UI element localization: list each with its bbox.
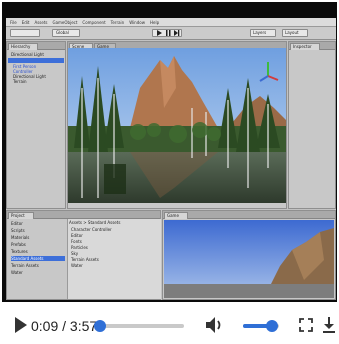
- forest-lake-scene: [68, 48, 286, 203]
- project-folder: Water: [11, 270, 23, 275]
- global-label: Global: [56, 30, 69, 35]
- hierarchy-panel: Hierarchy Directional Light First Person…: [6, 41, 66, 209]
- project-breadcrumb: Assets > Standard Assets: [69, 220, 121, 225]
- volume-icon[interactable]: [204, 315, 224, 335]
- fullscreen-icon[interactable]: [299, 318, 313, 332]
- editor-toolbar: Global Layers Layout: [6, 27, 336, 40]
- hierarchy-tab: Hierarchy: [8, 43, 38, 50]
- unity-editor-screenshot: File Edit Assets GameObject Component Terrain…: [6, 18, 336, 300]
- editor-menubar: File Edit Assets GameObject Component Terrain…: [6, 18, 336, 27]
- scene-viewport: [68, 48, 286, 203]
- layout-label: Layout: [285, 30, 299, 35]
- project-file: Character Controller: [71, 227, 112, 232]
- project-file: Water: [71, 263, 83, 268]
- project-panel: Project Assets > Standard Assets Editor S…: [6, 210, 161, 300]
- game-preview-view: [164, 220, 334, 298]
- menu-item: Terrain: [110, 19, 125, 25]
- play-pause-step-icon: [157, 30, 180, 36]
- menu-item: GameObject: [52, 19, 78, 25]
- preview-tab: Game: [164, 212, 188, 219]
- project-folder: Scripts: [11, 228, 25, 233]
- project-file: Particles: [71, 245, 88, 250]
- menu-item: Component: [82, 19, 106, 25]
- project-file: Sky: [71, 251, 79, 256]
- project-folder: Standard Assets: [11, 256, 65, 261]
- download-icon[interactable]: [322, 316, 336, 334]
- menu-item: Edit: [21, 19, 30, 25]
- hierarchy-selection: [8, 58, 64, 63]
- project-folder: Terrain Assets: [11, 263, 39, 268]
- transform-tools: [10, 29, 40, 37]
- progress-handle[interactable]: [93, 320, 106, 332]
- project-file: Editor: [71, 233, 83, 238]
- layers-label: Layers: [253, 30, 267, 35]
- hierarchy-item: Directional Light: [11, 52, 44, 57]
- progress-track[interactable]: [96, 324, 184, 328]
- game-preview-panel: Game: [162, 210, 336, 300]
- project-folder: Editor: [11, 221, 23, 226]
- time-display: 0:09 / 3:57: [31, 318, 98, 334]
- project-folder: Materials: [11, 235, 30, 240]
- menu-item: File: [10, 19, 17, 25]
- play-icon[interactable]: [14, 316, 28, 334]
- menu-item: Help: [149, 19, 160, 25]
- project-folder: Textures: [11, 249, 28, 254]
- menu-item: Assets: [34, 19, 48, 25]
- project-folder: Prefabs: [11, 242, 26, 247]
- inspector-panel: Inspector: [288, 41, 336, 209]
- project-file: Fonts: [71, 239, 82, 244]
- project-tab: Project: [8, 212, 34, 219]
- menu-item: Window: [129, 19, 145, 25]
- player-controls: 0:09 / 3:57: [0, 304, 339, 344]
- video-frame[interactable]: File Edit Assets GameObject Component Terrain…: [2, 2, 337, 302]
- hierarchy-item: Terrain: [13, 79, 27, 84]
- project-file: Terrain Assets: [71, 257, 99, 262]
- inspector-tab: Inspector: [290, 43, 320, 50]
- volume-handle[interactable]: [265, 320, 278, 332]
